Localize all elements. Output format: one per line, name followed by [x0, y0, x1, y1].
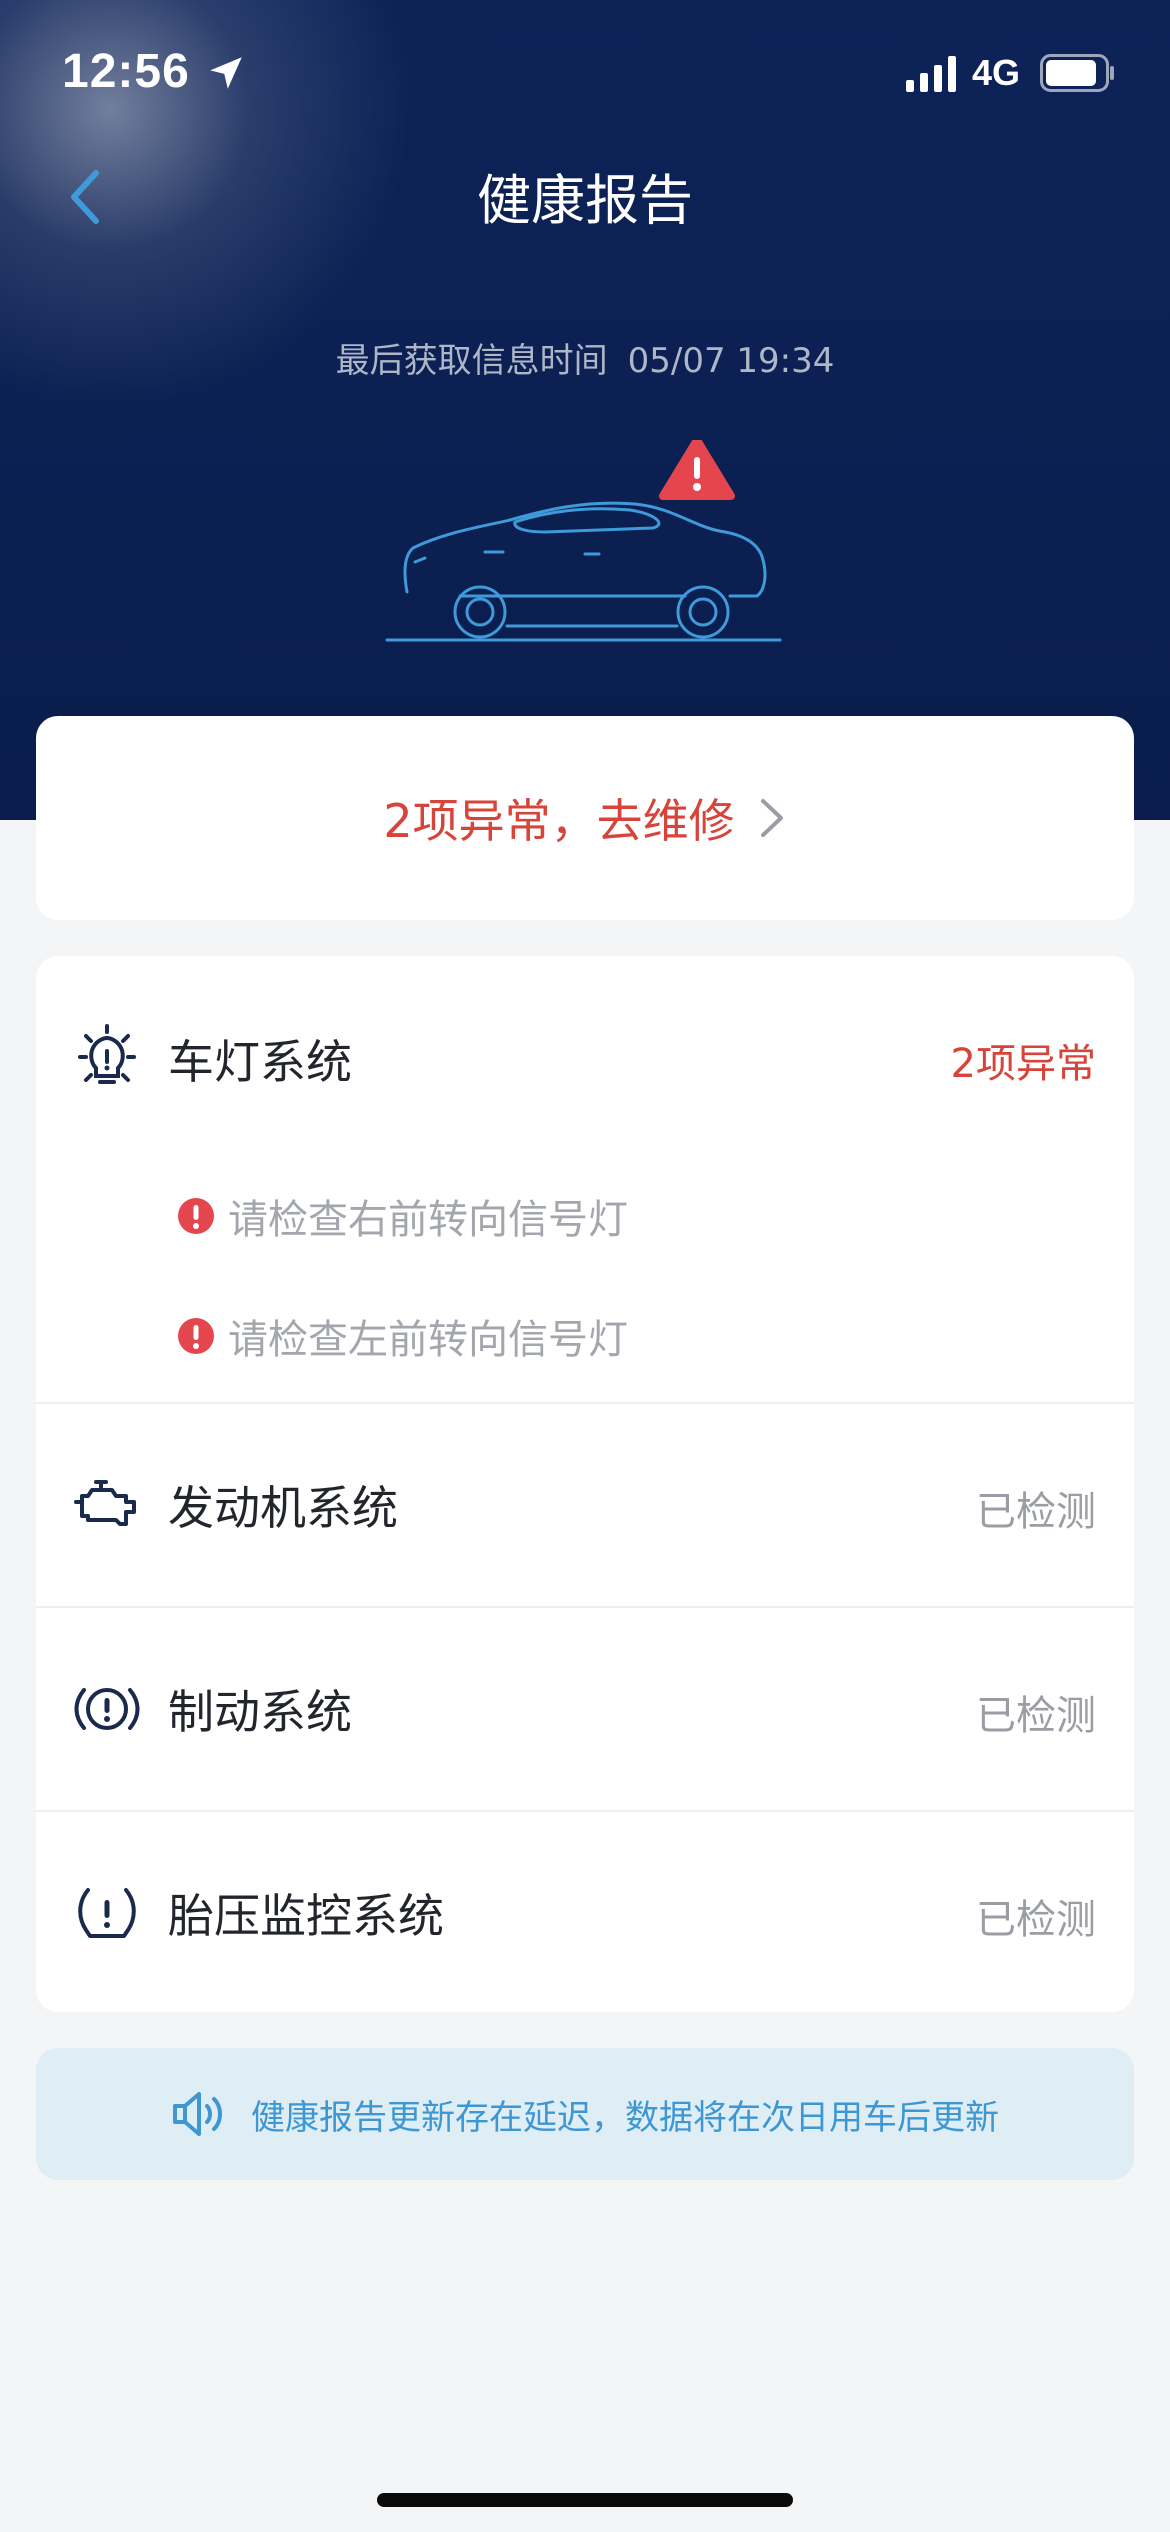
- brake-icon: [74, 1688, 140, 1730]
- system-status: 已检测: [976, 1693, 1096, 1739]
- system-name: 制动系统: [168, 1685, 352, 1739]
- tire-pressure-icon: [78, 1888, 136, 1938]
- system-row-tire-pressure[interactable]: 胎压监控系统 已检测: [36, 1812, 1134, 2016]
- system-status: 已检测: [976, 1489, 1096, 1535]
- status-time: 12:56: [62, 45, 190, 98]
- status-bar: 12:56 4G: [0, 0, 1170, 150]
- issue-text: 请检查右前转向信号灯: [228, 1197, 628, 1243]
- warning-triangle-icon: [659, 440, 735, 500]
- network-type: 4G: [972, 52, 1021, 93]
- engine-icon: [74, 1480, 136, 1526]
- battery-icon: [1040, 54, 1114, 92]
- speaker-icon: [173, 2092, 222, 2136]
- last-fetch-info: 最后获取信息时间 05/07 19:34: [0, 333, 1170, 382]
- headlight-icon: [78, 1024, 136, 1084]
- system-status: 2项异常: [950, 1041, 1096, 1087]
- car-illustration: [385, 440, 782, 642]
- notice-text: 健康报告更新存在延迟，数据将在次日用车后更新: [251, 2097, 999, 2138]
- system-row-lights[interactable]: 车灯系统 2项异常: [36, 956, 1134, 1160]
- system-name: 车灯系统: [168, 1035, 352, 1089]
- error-dot-icon: [178, 1198, 214, 1234]
- cellular-signal-icon: [906, 56, 956, 92]
- last-fetch-time: 05/07 19:34: [627, 341, 835, 381]
- last-fetch-label: 最后获取信息时间: [335, 341, 608, 381]
- home-indicator[interactable]: [377, 2493, 793, 2507]
- issue-text: 请检查左前转向信号灯: [228, 1317, 628, 1363]
- update-notice: 健康报告更新存在延迟，数据将在次日用车后更新: [36, 2048, 1134, 2180]
- issue-item: 请检查左前转向信号灯: [176, 1306, 628, 1366]
- page-title: 健康报告: [477, 169, 693, 232]
- systems-list: 车灯系统 2项异常 请检查右前转向信号灯 请检查左前转向信号灯 发动机系统 已检…: [36, 956, 1134, 2012]
- system-row-engine[interactable]: 发动机系统 已检测: [36, 1404, 1134, 1608]
- system-status: 已检测: [976, 1897, 1096, 1943]
- error-dot-icon: [178, 1318, 214, 1354]
- repair-card[interactable]: 2项异常，去维修: [36, 716, 1134, 920]
- system-row-brake[interactable]: 制动系统 已检测: [36, 1608, 1134, 1812]
- system-name: 发动机系统: [168, 1481, 398, 1535]
- system-name: 胎压监控系统: [168, 1889, 444, 1943]
- issue-item: 请检查右前转向信号灯: [176, 1186, 628, 1246]
- chevron-right-icon: [760, 799, 783, 837]
- repair-link-text: 2项异常，去维修: [383, 794, 735, 848]
- location-arrow-icon: [210, 57, 242, 89]
